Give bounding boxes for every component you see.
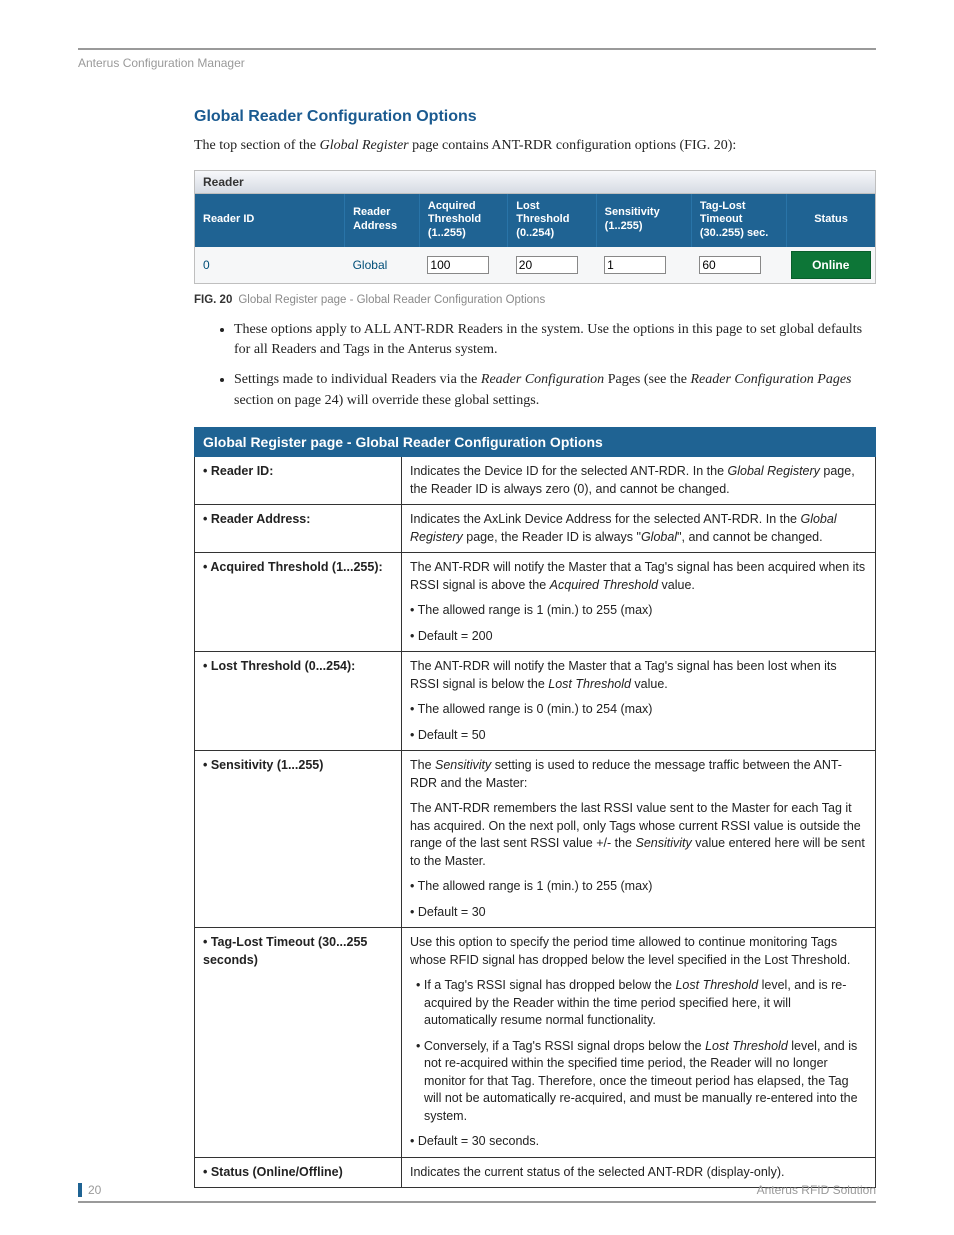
col-taglost: Tag-Lost Timeout (30..255) sec.: [691, 194, 786, 247]
table-row: • Tag-Lost Timeout (30...255 seconds) Us…: [195, 928, 876, 1158]
opt-name: • Reader Address:: [195, 505, 402, 553]
bullet-item: Settings made to individual Readers via …: [234, 370, 876, 411]
intro-paragraph: The top section of the Global Register p…: [194, 136, 876, 156]
reader-table: Reader ID Reader Address Acquired Thresh…: [195, 194, 875, 283]
footer-doc-title: Anterus RFID Solution: [757, 1183, 876, 1197]
cell-reader-id: 0: [195, 247, 345, 283]
options-table-title: Global Register page - Global Reader Con…: [195, 428, 876, 457]
opt-name: • Reader ID:: [195, 457, 402, 505]
table-row: • Reader Address: Indicates the AxLink D…: [195, 505, 876, 553]
status-badge: Online: [791, 251, 871, 279]
col-sensitivity: Sensitivity (1..255): [596, 194, 691, 247]
page-footer: 20 Anterus RFID Solution: [78, 1183, 876, 1203]
sensitivity-input[interactable]: [604, 256, 666, 274]
running-head: Anterus Configuration Manager: [78, 56, 876, 70]
bullet-item: These options apply to ALL ANT-RDR Reade…: [234, 320, 876, 361]
opt-desc: Use this option to specify the period ti…: [402, 928, 876, 1158]
col-status: Status: [787, 194, 875, 247]
opt-desc: The ANT-RDR will notify the Master that …: [402, 553, 876, 652]
opt-desc: The ANT-RDR will notify the Master that …: [402, 652, 876, 751]
taglost-input[interactable]: [699, 256, 761, 274]
opt-desc: Indicates the Device ID for the selected…: [402, 457, 876, 505]
opt-desc: Indicates the AxLink Device Address for …: [402, 505, 876, 553]
col-reader-address: Reader Address: [345, 194, 420, 247]
col-acquired: Acquired Threshold (1..255): [419, 194, 507, 247]
opt-name: • Tag-Lost Timeout (30...255 seconds): [195, 928, 402, 1158]
table-row: • Lost Threshold (0...254): The ANT-RDR …: [195, 652, 876, 751]
opt-name: • Sensitivity (1...255): [195, 751, 402, 928]
opt-desc: The Sensitivity setting is used to reduc…: [402, 751, 876, 928]
reader-panel: Reader Reader ID Reader Address Acquired…: [194, 170, 876, 284]
figure-caption: FIG. 20Global Register page - Global Rea…: [194, 294, 876, 306]
opt-name: • Acquired Threshold (1...255):: [195, 553, 402, 652]
page-number: 20: [88, 1183, 101, 1197]
col-lost: Lost Threshold (0..254): [508, 194, 596, 247]
acquired-input[interactable]: [427, 256, 489, 274]
opt-name: • Lost Threshold (0...254):: [195, 652, 402, 751]
reader-row: 0 Global Online: [195, 247, 875, 283]
options-table: Global Register page - Global Reader Con…: [194, 427, 876, 1188]
section-title: Global Reader Configuration Options: [194, 108, 876, 126]
lost-input[interactable]: [516, 256, 578, 274]
table-row: • Acquired Threshold (1...255): The ANT-…: [195, 553, 876, 652]
col-reader-id: Reader ID: [195, 194, 345, 247]
cell-reader-address: Global: [345, 247, 420, 283]
table-row: • Sensitivity (1...255) The Sensitivity …: [195, 751, 876, 928]
reader-panel-title: Reader: [195, 171, 875, 194]
bullet-list: These options apply to ALL ANT-RDR Reade…: [234, 320, 876, 411]
table-row: • Reader ID: Indicates the Device ID for…: [195, 457, 876, 505]
